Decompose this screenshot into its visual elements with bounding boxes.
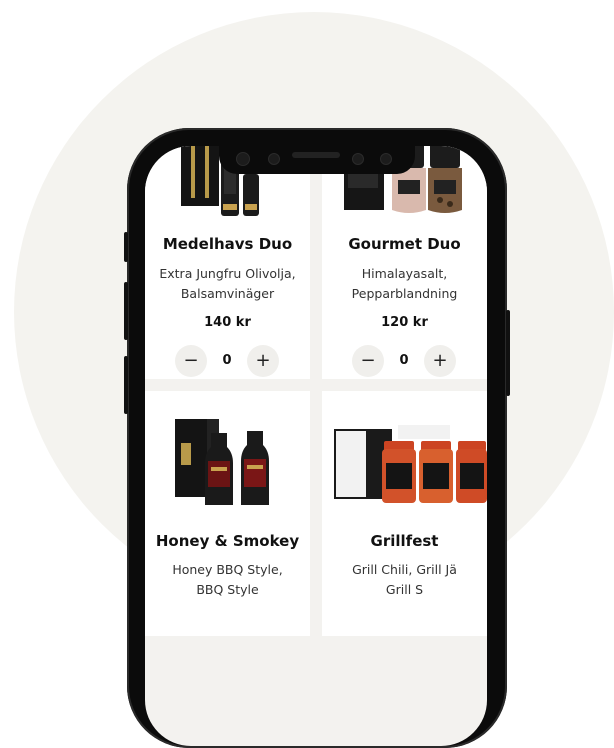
product-description-line: Grill Chili, Grill Jä xyxy=(352,562,457,577)
phone-power-button xyxy=(506,310,510,396)
product-description: Honey BBQ Style, BBQ Style xyxy=(153,560,302,600)
sensor-icon xyxy=(352,153,364,165)
product-grid: Medelhavs Duo Extra Jungfru Olivolja, Ba… xyxy=(145,146,487,636)
product-name: Grillfest xyxy=(370,532,439,550)
phone-volume-down-button xyxy=(124,356,128,414)
product-description-line: Honey BBQ Style, xyxy=(172,562,283,577)
camera-icon xyxy=(236,152,250,166)
product-card-grillfest[interactable]: Grillfest Grill Chili, Grill Jä Grill S xyxy=(322,391,487,636)
product-description: Himalayasalt, Pepparblandning xyxy=(330,264,479,304)
plus-icon[interactable]: + xyxy=(424,345,456,377)
phone-screen: Medelhavs Duo Extra Jungfru Olivolja, Ba… xyxy=(145,146,487,746)
sensor-icon xyxy=(380,153,392,165)
product-description: Grill Chili, Grill Jä Grill S xyxy=(330,560,479,600)
product-card-gourmet-duo[interactable]: Gourmet Duo Himalayasalt, Pepparblandnin… xyxy=(322,146,487,379)
spice-jar-icon xyxy=(322,413,487,513)
product-name: Honey & Smokey xyxy=(155,532,300,550)
product-description-line: Grill S xyxy=(385,582,424,597)
bbq-sauce-icon xyxy=(145,413,310,513)
phone-speaker xyxy=(292,152,340,158)
product-description-line: Pepparblandning xyxy=(351,286,458,301)
product-name: Gourmet Duo xyxy=(348,235,461,253)
product-price: 140 kr xyxy=(204,315,251,330)
minus-icon[interactable]: − xyxy=(175,345,207,377)
quantity-value: 0 xyxy=(399,353,409,368)
camera-icon xyxy=(268,153,280,165)
quantity-stepper: − 0 + xyxy=(175,345,279,377)
quantity-value: 0 xyxy=(222,353,232,368)
product-description: Extra Jungfru Olivolja, Balsamvinäger xyxy=(153,264,302,304)
product-price: 120 kr xyxy=(381,315,428,330)
product-name: Medelhavs Duo xyxy=(162,235,293,253)
quantity-stepper: − 0 + xyxy=(352,345,456,377)
minus-icon[interactable]: − xyxy=(352,345,384,377)
product-card-honey-smokey[interactable]: Honey & Smokey Honey BBQ Style, BBQ Styl… xyxy=(145,391,310,636)
product-description-line: Extra Jungfru Olivolja, xyxy=(159,266,296,281)
plus-icon[interactable]: + xyxy=(247,345,279,377)
phone-volume-up-button xyxy=(124,282,128,340)
product-description-line: Balsamvinäger xyxy=(180,286,275,301)
product-description-line: BBQ Style xyxy=(196,582,259,597)
phone-side-button xyxy=(124,232,128,262)
product-description-line: Himalayasalt, xyxy=(361,266,448,281)
product-card-medelhavs-duo[interactable]: Medelhavs Duo Extra Jungfru Olivolja, Ba… xyxy=(145,146,310,379)
